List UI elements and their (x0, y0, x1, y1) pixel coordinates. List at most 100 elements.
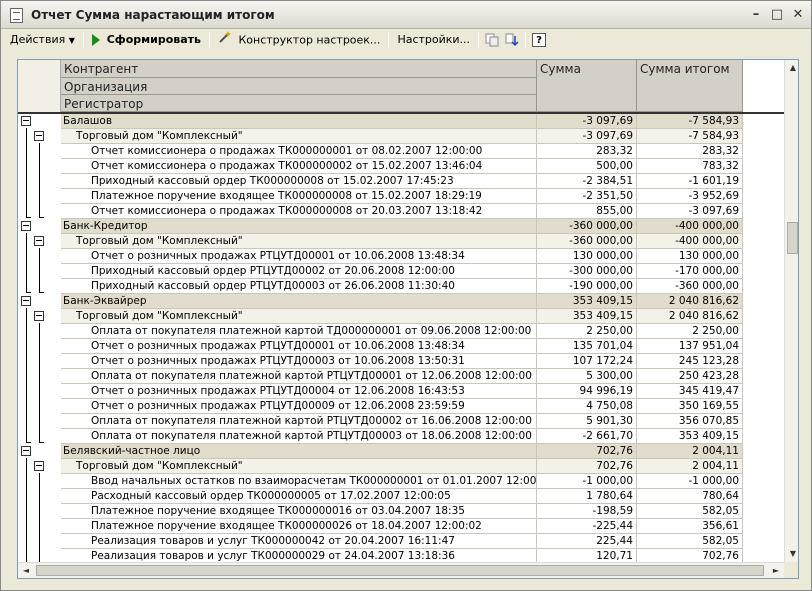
dropdown-arrow-icon: ▼ (68, 36, 75, 45)
row-sum-cell: 702,76 (537, 444, 637, 459)
play-icon (91, 34, 100, 46)
header-registrar: Регистратор (61, 95, 537, 112)
table-row[interactable]: Приходный кассовый ордер РТЦУТД00002 от … (18, 264, 784, 279)
header-organization: Организация (61, 78, 537, 95)
row-total-cell: -170 000,00 (637, 264, 743, 279)
constructor-label: Конструктор настроек... (238, 33, 381, 47)
table-row[interactable]: Отчет о розничных продажах РТЦУТД00009 о… (18, 399, 784, 414)
scroll-left-icon[interactable]: ◄ (18, 563, 34, 578)
report-spreadsheet[interactable]: Контрагент Организация Регистратор Сумма… (17, 59, 799, 579)
table-row[interactable]: Платежное поручение входящее ТК000000026… (18, 519, 784, 534)
table-row[interactable]: Отчет комиссионера о продажах ТК00000000… (18, 159, 784, 174)
table-row[interactable]: Расходный кассовый ордер ТК000000005 от … (18, 489, 784, 504)
table-row[interactable]: Отчет комиссионера о продажах ТК00000000… (18, 204, 784, 219)
tree-line (26, 292, 31, 293)
table-row[interactable]: Оплата от покупателя платежной картой РТ… (18, 429, 784, 444)
table-row[interactable]: Оплата от покупателя платежной картой ТД… (18, 324, 784, 339)
table-row[interactable]: Отчет о розничных продажах РТЦУТД00001 о… (18, 339, 784, 354)
sort-button[interactable] (502, 30, 522, 50)
scroll-right-icon[interactable]: ► (768, 563, 784, 578)
row-name-cell: Отчет о розничных продажах РТЦУТД00004 о… (61, 384, 537, 399)
row-name-cell: Банк-Эквайрер (61, 294, 537, 309)
table-row[interactable]: Отчет о розничных продажах РТЦУТД00003 о… (18, 354, 784, 369)
collapse-toggle-icon[interactable] (34, 311, 44, 321)
row-sum-cell: 5 901,30 (537, 414, 637, 429)
actions-menu[interactable]: Действия ▼ (5, 30, 80, 50)
row-total-cell: 582,05 (637, 534, 743, 549)
row-total-cell: 780,64 (637, 489, 743, 504)
collapse-toggle-icon[interactable] (34, 131, 44, 141)
help-button[interactable]: ? (529, 30, 549, 50)
collapse-toggle-icon[interactable] (34, 236, 44, 246)
row-name-cell: Оплата от покупателя платежной картой РТ… (61, 429, 537, 444)
copy-button[interactable] (482, 30, 502, 50)
row-sum-cell: -360 000,00 (537, 234, 637, 249)
settings-button[interactable]: Настройки... (392, 30, 475, 50)
table-row[interactable]: Реализация товаров и услуг ТК000000042 о… (18, 534, 784, 549)
table-row[interactable]: Оплата от покупателя платежной картой РТ… (18, 369, 784, 384)
close-button[interactable]: ✕ (789, 7, 807, 23)
vertical-scroll-thumb[interactable] (787, 222, 798, 254)
table-row[interactable]: Приходный кассовый ордер ТК000000008 от … (18, 174, 784, 189)
minimize-button[interactable]: – (747, 7, 765, 23)
row-total-cell: 2 004,11 (637, 444, 743, 459)
row-name-cell: Приходный кассовый ордер РТЦУТД00002 от … (61, 264, 537, 279)
collapse-toggle-icon[interactable] (21, 446, 31, 456)
row-sum-cell: -3 097,69 (537, 129, 637, 144)
maximize-button[interactable]: □ (768, 7, 786, 23)
row-sum-cell: -300 000,00 (537, 264, 637, 279)
toolbar-separator (478, 32, 480, 48)
group-row[interactable]: Банк-Эквайрер 353 409,15 2 040 816,62 (18, 294, 784, 309)
toolbar: Действия ▼ Сформировать Конструктор наст… (5, 30, 809, 50)
table-row[interactable]: Отчет комиссионера о продажах ТК00000000… (18, 144, 784, 159)
row-total-cell: 2 040 816,62 (637, 294, 743, 309)
scroll-up-icon[interactable]: ▲ (785, 60, 798, 76)
row-sum-cell: -2 661,70 (537, 429, 637, 444)
group-row[interactable]: Белявский-частное лицо 702,76 2 004,11 (18, 444, 784, 459)
row-total-cell: 350 169,55 (637, 399, 743, 414)
collapse-toggle-icon[interactable] (34, 461, 44, 471)
settings-constructor-button[interactable]: Конструктор настроек... (213, 30, 385, 50)
table-row[interactable]: Оплата от покупателя платежной картой РТ… (18, 414, 784, 429)
table-row[interactable]: Ввод начальных остатков по взаиморасчета… (18, 474, 784, 489)
row-total-cell: 356 070,85 (637, 414, 743, 429)
table-row[interactable]: Платежное поручение входящее ТК000000008… (18, 189, 784, 204)
table-row[interactable]: Отчет о розничных продажах РТЦУТД00001 о… (18, 249, 784, 264)
row-sum-cell: -190 000,00 (537, 279, 637, 294)
title-bar: Отчет Сумма нарастающим итогом – □ ✕ (1, 1, 811, 29)
row-name-cell: Банк-Кредитор (61, 219, 537, 234)
table-row[interactable]: Приходный кассовый ордер РТЦУТД00003 от … (18, 279, 784, 294)
tree-line (39, 143, 40, 217)
report-sheet: Контрагент Организация Регистратор Сумма… (18, 60, 784, 562)
table-row[interactable]: Реализация товаров и услуг ТК000000029 о… (18, 549, 784, 562)
subgroup-row[interactable]: Торговый дом "Комплексный" -3 097,69 -7 58… (18, 129, 784, 144)
row-name-cell: Платежное поручение входящее ТК000000008… (61, 189, 537, 204)
document-icon (10, 8, 23, 23)
subgroup-row[interactable]: Торговый дом "Комплексный" 702,76 2 004,11 (18, 459, 784, 474)
horizontal-scroll-thumb[interactable] (36, 565, 764, 576)
row-sum-cell: 283,32 (537, 144, 637, 159)
collapse-toggle-icon[interactable] (21, 221, 31, 231)
scroll-down-icon[interactable]: ▼ (785, 546, 798, 562)
row-gutter (18, 129, 61, 144)
row-name-cell: Отчет о розничных продажах РТЦУТД00001 о… (61, 249, 537, 264)
row-name-cell: Балашов (61, 114, 537, 129)
table-row[interactable]: Платежное поручение входящее ТК000000016… (18, 504, 784, 519)
table-row[interactable]: Отчет о розничных продажах РТЦУТД00004 о… (18, 384, 784, 399)
group-row[interactable]: Балашов -3 097,69 -7 584,93 (18, 114, 784, 129)
subgroup-row[interactable]: Торговый дом "Комплексный" 353 409,15 2 04… (18, 309, 784, 324)
group-row[interactable]: Банк-Кредитор -360 000,00 -400 000,00 (18, 219, 784, 234)
row-gutter (18, 219, 61, 234)
vertical-scrollbar[interactable]: ▲ ▼ (784, 60, 798, 562)
tree-line (39, 323, 40, 442)
row-sum-cell: -360 000,00 (537, 219, 637, 234)
row-sum-cell: 500,00 (537, 159, 637, 174)
collapse-toggle-icon[interactable] (21, 116, 31, 126)
subgroup-row[interactable]: Торговый дом "Комплексный" -360 000,00 -40… (18, 234, 784, 249)
generate-button[interactable]: Сформировать (87, 30, 206, 50)
horizontal-scrollbar[interactable]: ◄ ► (18, 562, 784, 578)
row-name-cell: Отчет о розничных продажах РТЦУТД00003 о… (61, 354, 537, 369)
row-total-cell: 356,61 (637, 519, 743, 534)
collapse-toggle-icon[interactable] (21, 296, 31, 306)
row-name-cell: Оплата от покупателя платежной картой РТ… (61, 369, 537, 384)
